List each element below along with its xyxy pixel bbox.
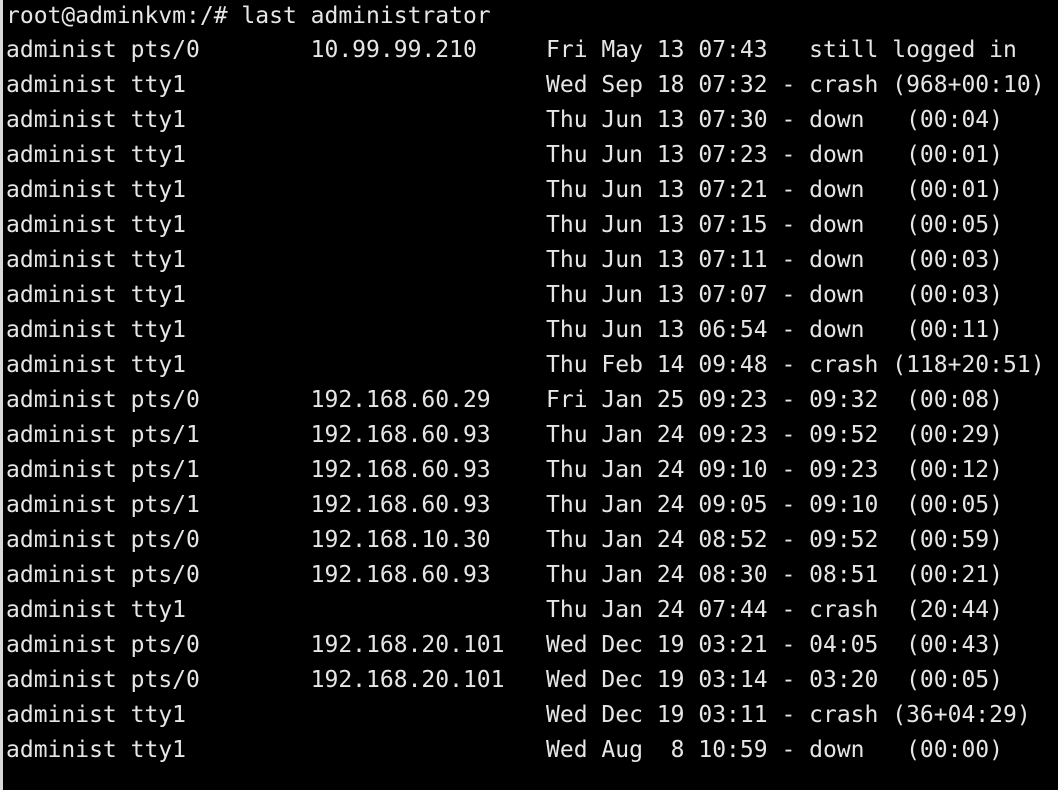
- output-line: administ tty1 Wed Aug 8 10:59 - down (00…: [6, 737, 1003, 763]
- output-line: administ pts/0 192.168.60.29 Fri Jan 25 …: [6, 387, 1003, 413]
- output-line: administ tty1 Thu Feb 14 09:48 - crash (…: [6, 352, 1045, 378]
- output-line: administ tty1 Thu Jun 13 07:11 - down (0…: [6, 247, 1003, 273]
- output-line: administ tty1 Wed Sep 18 07:32 - crash (…: [6, 72, 1045, 98]
- window-left-edge: [0, 0, 3, 790]
- output-line: administ pts/0 192.168.20.101 Wed Dec 19…: [6, 667, 1003, 693]
- output-line: administ pts/0 192.168.10.30 Thu Jan 24 …: [6, 527, 1003, 553]
- output-line: administ tty1 Thu Jun 13 07:21 - down (0…: [6, 177, 1003, 203]
- output-line: administ tty1 Thu Jan 24 07:44 - crash (…: [6, 597, 1003, 623]
- command-prompt-line: root@adminkvm:/# last administrator: [6, 3, 491, 29]
- output-line: administ pts/1 192.168.60.93 Thu Jan 24 …: [6, 457, 1003, 483]
- terminal-window[interactable]: root@adminkvm:/# last administrator admi…: [0, 0, 1058, 790]
- output-line: administ pts/1 192.168.60.93 Thu Jan 24 …: [6, 492, 1003, 518]
- terminal-output: root@adminkvm:/# last administrator admi…: [6, 0, 1058, 768]
- output-line: administ tty1 Thu Jun 13 07:23 - down (0…: [6, 142, 1003, 168]
- output-line: administ pts/0 192.168.60.93 Thu Jan 24 …: [6, 562, 1003, 588]
- output-line: administ tty1 Thu Jun 13 07:15 - down (0…: [6, 212, 1003, 238]
- output-line: administ tty1 Thu Jun 13 07:30 - down (0…: [6, 107, 1003, 133]
- output-line: administ pts/0 192.168.20.101 Wed Dec 19…: [6, 632, 1003, 658]
- output-line: administ tty1 Thu Jun 13 06:54 - down (0…: [6, 317, 1003, 343]
- output-line: administ pts/0 10.99.99.210 Fri May 13 0…: [6, 37, 1017, 63]
- output-line: administ tty1 Thu Jun 13 07:07 - down (0…: [6, 282, 1003, 308]
- output-line: administ pts/1 192.168.60.93 Thu Jan 24 …: [6, 422, 1003, 448]
- output-line: administ tty1 Wed Dec 19 03:11 - crash (…: [6, 702, 1031, 728]
